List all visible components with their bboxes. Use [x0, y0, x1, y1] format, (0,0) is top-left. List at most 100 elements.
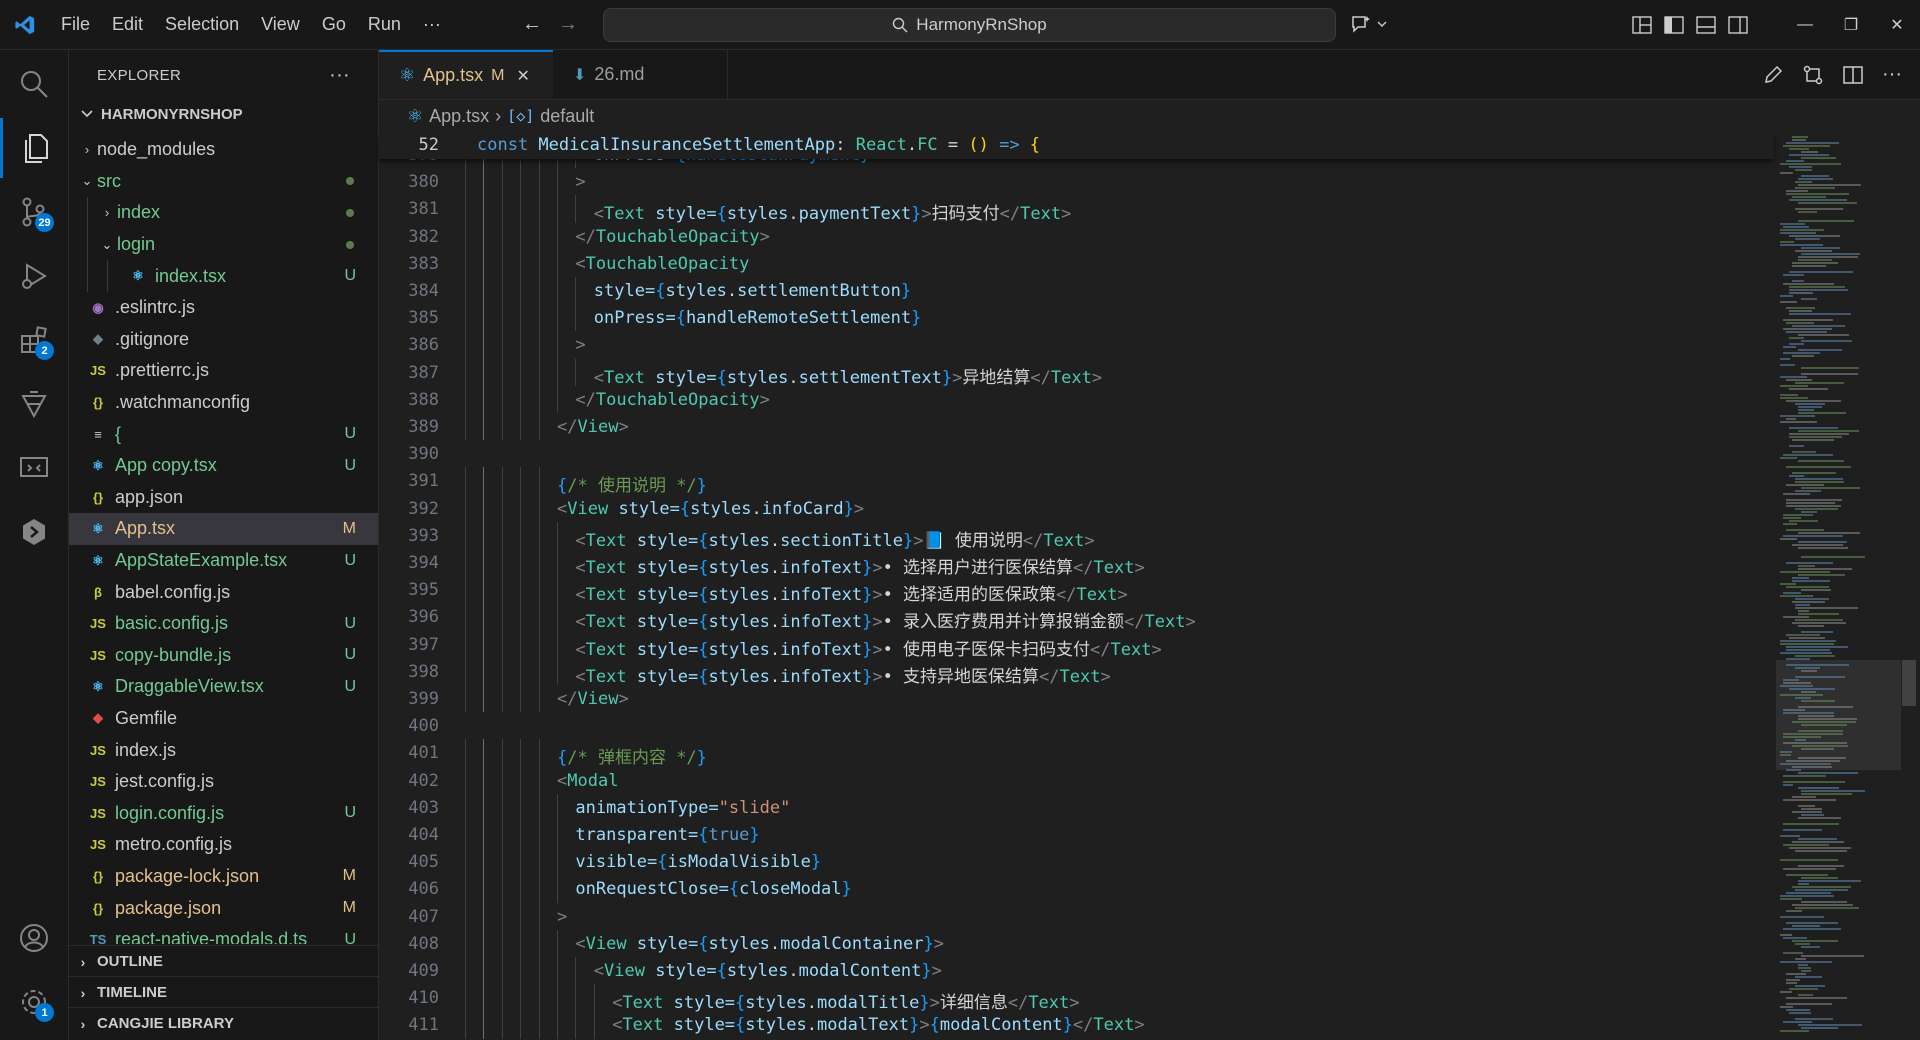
vertical-scrollbar[interactable] — [1902, 132, 1916, 1040]
sticky-scroll-header[interactable]: 52 const MedicalInsuranceSettlementApp: … — [379, 132, 1774, 159]
code-line[interactable]: 395 <Text style={styles.infoText}>• 选择适用的… — [379, 576, 1774, 605]
tree-file[interactable]: ◉ .eslintrc.js — [69, 292, 378, 324]
menu-more[interactable]: ··· — [412, 0, 452, 49]
restore-icon[interactable]: ❐ — [1828, 15, 1874, 35]
tree-file[interactable]: ◆ .gitignore — [69, 324, 378, 356]
code-line[interactable]: 386 > — [379, 331, 1774, 359]
customize-layout-icon[interactable] — [1632, 15, 1652, 34]
activity-testing[interactable] — [0, 374, 68, 434]
toggle-secondary-sidebar-icon[interactable] — [1728, 15, 1748, 34]
code-line[interactable]: 407 > — [379, 902, 1774, 930]
tree-file[interactable]: {} .watchmanconfig — [69, 387, 378, 419]
code-line[interactable]: 387 <Text style={styles.settlementText}>异… — [379, 358, 1774, 388]
code-line[interactable]: 393 <Text style={styles.sectionTitle}>📘 使… — [379, 521, 1774, 551]
split-editor-icon[interactable] — [1842, 64, 1864, 86]
code-line[interactable]: 406 onRequestClose={closeModal} — [379, 875, 1774, 903]
tree-file[interactable]: ⚛ AppStateExample.tsx U — [69, 545, 378, 577]
edit-pencil-icon[interactable] — [1762, 64, 1784, 86]
code-line[interactable]: 401 {/* 弹框内容 */} — [379, 739, 1774, 768]
code-line[interactable]: 403 animationType="slide" — [379, 793, 1774, 821]
code-line[interactable]: 383 <TouchableOpacity — [379, 249, 1774, 277]
tree-file[interactable]: ◆ Gemfile — [69, 703, 378, 735]
tree-file[interactable]: JS login.config.js U — [69, 797, 378, 829]
activity-explorer[interactable] — [0, 118, 68, 178]
menu-go[interactable]: Go — [311, 0, 357, 49]
code-line[interactable]: 397 <Text style={styles.infoText}>• 使用电子医… — [379, 630, 1774, 660]
code-line[interactable]: 398 <Text style={styles.infoText}>• 支持异地医… — [379, 657, 1774, 687]
menu-file[interactable]: File — [50, 0, 101, 49]
menu-edit[interactable]: Edit — [101, 0, 154, 49]
code-line[interactable]: 388 </TouchableOpacity> — [379, 385, 1774, 413]
tab-26-md[interactable]: ⬇ 26.md — [553, 50, 728, 99]
workspace-root-folder[interactable]: HARMONYRNSHOP — [69, 100, 378, 128]
outline-section[interactable]: › OUTLINE — [69, 945, 378, 977]
scrollbar-thumb[interactable] — [1902, 660, 1916, 706]
code-line[interactable]: 381 <Text style={styles.paymentText}>扫码支付… — [379, 195, 1774, 224]
activity-accounts[interactable] — [0, 908, 68, 968]
code-line[interactable]: 382 </TouchableOpacity> — [379, 222, 1774, 250]
menu-view[interactable]: View — [250, 0, 311, 49]
back-arrow-icon[interactable]: ← — [522, 13, 542, 36]
code-line[interactable]: 394 <Text style={styles.infoText}>• 选择用户进… — [379, 549, 1774, 578]
code-line[interactable]: 405 visible={isModalVisible} — [379, 848, 1774, 876]
tree-file[interactable]: JS copy-bundle.js U — [69, 640, 378, 672]
code-line[interactable]: 385 onPress={handleRemoteSettlement} — [379, 304, 1774, 332]
activity-search[interactable] — [0, 54, 68, 114]
minimize-icon[interactable]: — — [1782, 16, 1828, 34]
tree-file[interactable]: {} app.json — [69, 482, 378, 514]
tree-file[interactable]: JS index.js — [69, 734, 378, 766]
tree-file[interactable]: ⚛ index.tsx U — [69, 260, 378, 292]
tree-folder[interactable]: ⌄ login — [69, 228, 378, 261]
tree-file[interactable]: JS basic.config.js U — [69, 608, 378, 640]
tree-file[interactable]: TS react-native-modals.d.ts U — [69, 924, 378, 944]
more-actions-icon[interactable]: ··· — [1882, 63, 1902, 86]
code-line[interactable]: 379onPress={handleScanPayment} — [379, 159, 1774, 169]
activity-source-control[interactable]: 29 — [0, 182, 68, 242]
toggle-primary-sidebar-icon[interactable] — [1664, 15, 1684, 34]
tree-file[interactable]: {} package-lock.json M — [69, 861, 378, 893]
code-line[interactable]: 389 </View> — [379, 413, 1774, 441]
code-line[interactable]: 404 transparent={true} — [379, 821, 1774, 849]
activity-run-debug[interactable] — [0, 246, 68, 306]
tree-file[interactable]: ⚛ DraggableView.tsx U — [69, 671, 378, 703]
activity-remote[interactable] — [0, 438, 68, 498]
tree-file[interactable]: JS .prettierrc.js — [69, 355, 378, 387]
tree-file[interactable]: ⚛ App.tsx M — [69, 513, 378, 545]
tree-file[interactable]: ⚛ App copy.tsx U — [69, 450, 378, 482]
command-center-search[interactable]: HarmonyRnShop — [603, 8, 1336, 42]
code-line[interactable]: 380 > — [379, 168, 1774, 196]
open-changes-icon[interactable] — [1802, 64, 1824, 86]
code-line[interactable]: 399 </View> — [379, 685, 1774, 713]
code-line[interactable]: 396 <Text style={styles.infoText}>• 录入医疗费… — [379, 603, 1774, 632]
menu-selection[interactable]: Selection — [154, 0, 250, 49]
code-line[interactable]: 411 <Text style={styles.modalText}>{modal… — [379, 1011, 1774, 1039]
code-line[interactable]: 390 — [379, 440, 1774, 467]
tree-file[interactable]: JS metro.config.js — [69, 829, 378, 861]
code-line[interactable]: 392 <View style={styles.infoCard}> — [379, 494, 1774, 522]
tree-folder[interactable]: ⌄ src — [69, 166, 378, 198]
activity-settings[interactable]: 1 — [0, 972, 68, 1032]
tree-folder[interactable]: › node_modules — [69, 134, 378, 166]
code-line[interactable]: 400 — [379, 712, 1774, 739]
close-icon[interactable]: ✕ — [1874, 15, 1920, 35]
code-line[interactable]: 410 <Text style={styles.modalTitle}>详细信息<… — [379, 984, 1774, 1013]
more-actions-icon[interactable]: ··· — [329, 64, 350, 87]
tab-close-icon[interactable]: ✕ — [517, 66, 530, 86]
tree-folder[interactable]: › index — [69, 197, 378, 229]
activity-extensions[interactable]: 2 — [0, 310, 68, 370]
code-line[interactable]: 391 {/* 使用说明 */} — [379, 467, 1774, 496]
tree-file[interactable]: β babel.config.js — [69, 576, 378, 608]
copilot-button[interactable] — [1350, 10, 1388, 38]
cangjie-library-section[interactable]: › CANGJIE LIBRARY — [69, 1007, 378, 1039]
code-line[interactable]: 408 <View style={styles.modalContainer}> — [379, 929, 1774, 957]
minimap[interactable] — [1776, 132, 1901, 1040]
breadcrumb-symbol[interactable]: default — [540, 106, 594, 127]
breadcrumb-file[interactable]: App.tsx — [429, 106, 489, 127]
menu-run[interactable]: Run — [357, 0, 412, 49]
tree-file[interactable]: {} package.json M — [69, 892, 378, 924]
code-line[interactable]: 402 <Modal — [379, 766, 1774, 794]
activity-codeium[interactable] — [0, 502, 68, 562]
code-editor[interactable]: 379onPress={handleScanPayment}380>381<Te… — [379, 159, 1774, 1040]
tree-file[interactable]: JS jest.config.js — [69, 766, 378, 798]
tab-app-tsx[interactable]: ⚛ App.tsx M ✕ — [379, 50, 553, 99]
